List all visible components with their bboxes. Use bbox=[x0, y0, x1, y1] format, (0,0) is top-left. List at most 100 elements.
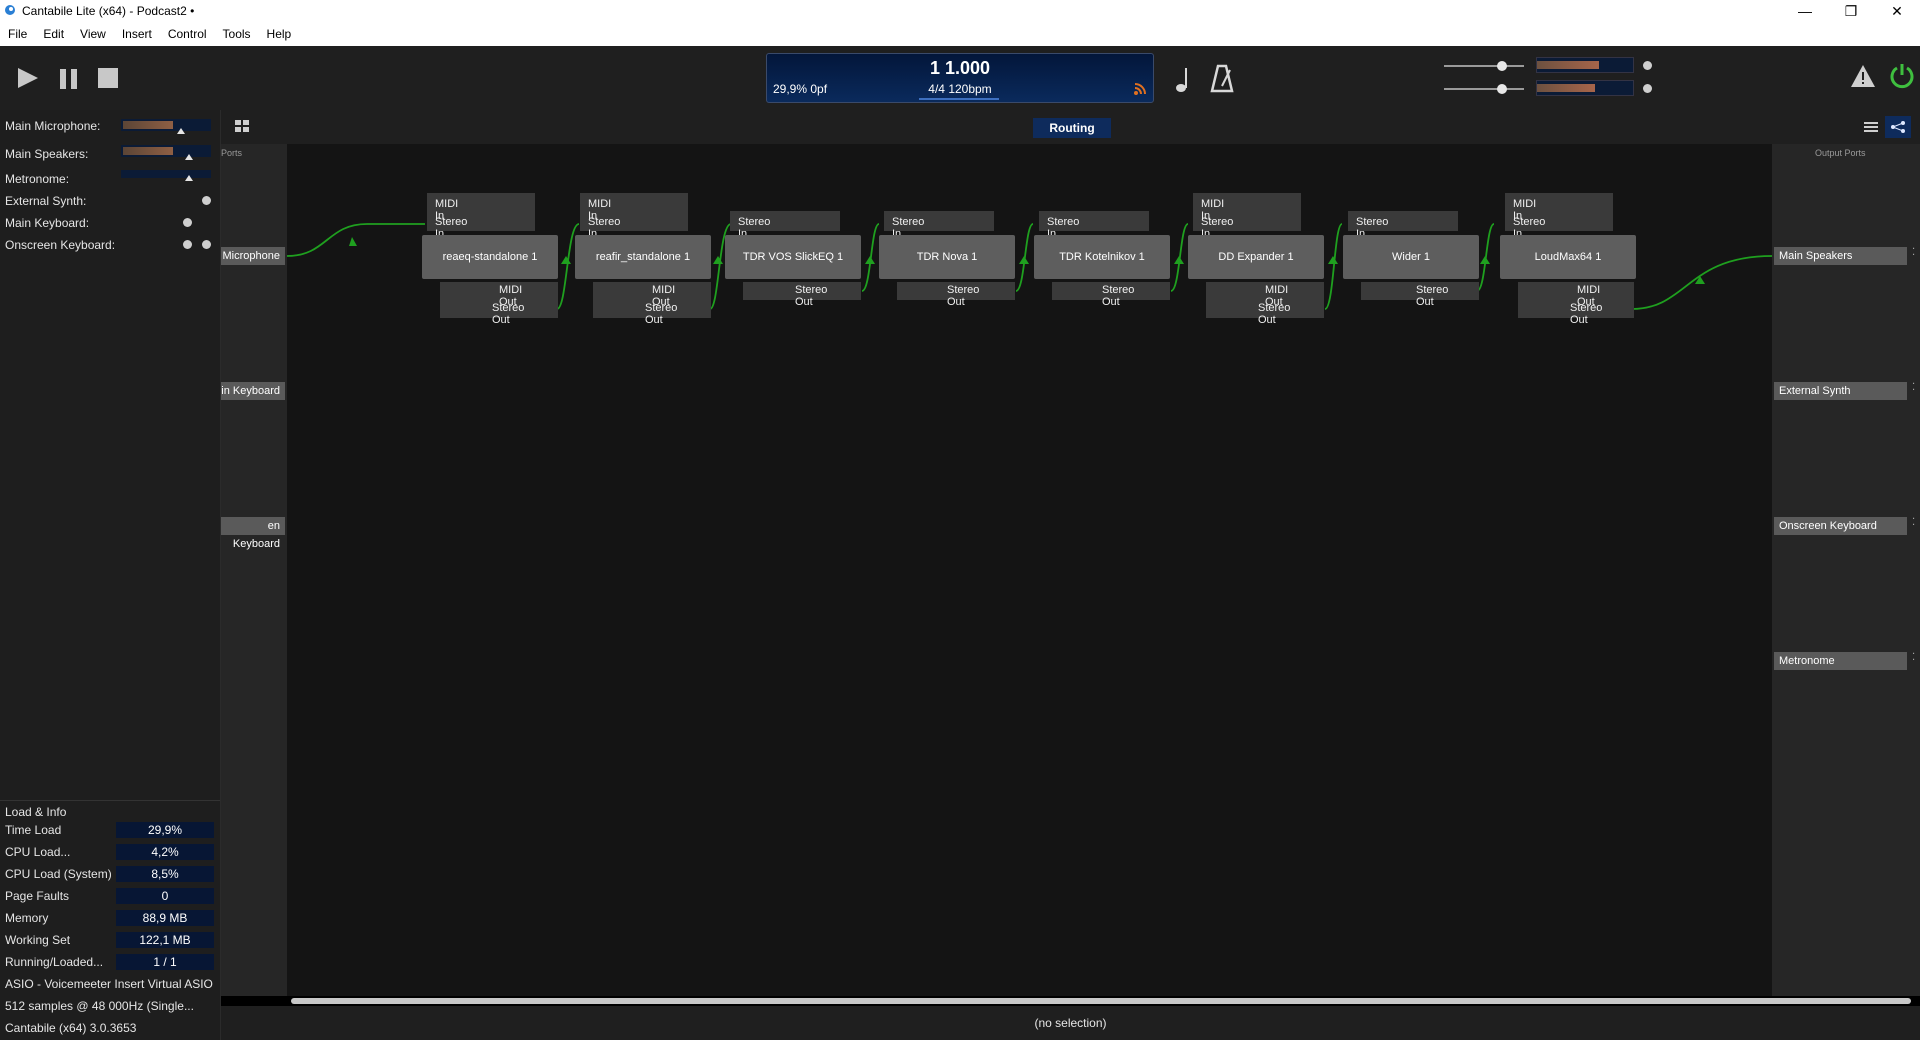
level-label-main-keyboard: Main Keyboard: bbox=[5, 216, 90, 230]
load-value-working-set: 122,1 MB bbox=[116, 932, 214, 948]
output-port-metronome[interactable]: Metronome bbox=[1774, 652, 1907, 670]
load-label-cpu-load-system: CPU Load (System) bbox=[5, 867, 112, 881]
level-slider-main-speakers[interactable] bbox=[121, 145, 211, 160]
pin-stereo-out[interactable]: Stereo Out bbox=[1570, 302, 1602, 326]
plugin-name[interactable]: reafir_standalone 1 bbox=[575, 235, 711, 279]
drag-handle[interactable]: ⁚ bbox=[1912, 248, 1917, 263]
master-meter-2 bbox=[1536, 80, 1634, 96]
plugin-name[interactable]: TDR VOS SlickEQ 1 bbox=[725, 235, 861, 279]
routing-header: Routing bbox=[221, 110, 1920, 144]
pin-stereo-out[interactable]: Stereo Out bbox=[645, 302, 677, 326]
led-external-synth bbox=[202, 196, 211, 205]
load-value-cpu-load: 4,2% bbox=[116, 844, 214, 860]
load-info-header: Load & Info bbox=[0, 800, 220, 821]
song-position: 1 1.000 bbox=[929, 58, 991, 78]
input-port-microphone[interactable]: Microphone bbox=[221, 247, 285, 265]
level-label-external-synth: External Synth: bbox=[5, 194, 87, 208]
minimize-icon[interactable]: — bbox=[1782, 0, 1828, 22]
master-slider-1-knob[interactable] bbox=[1497, 61, 1507, 71]
master-slider-2-knob[interactable] bbox=[1497, 84, 1507, 94]
level-label-main-microphone: Main Microphone: bbox=[5, 119, 101, 133]
menu-control[interactable]: Control bbox=[160, 27, 215, 41]
cantabile-icon bbox=[5, 5, 15, 15]
level-slider-main-microphone[interactable] bbox=[121, 119, 211, 134]
load-value-cpu-load-system: 8,5% bbox=[116, 866, 214, 882]
plugin-name[interactable]: LoudMax64 1 bbox=[1500, 235, 1636, 279]
buffer-info: 512 samples @ 48 000Hz (Single... bbox=[5, 999, 194, 1013]
output-port-main-speakers[interactable]: Main Speakers bbox=[1774, 247, 1907, 265]
load-info-heading: Load & Info bbox=[5, 805, 67, 819]
level-slider-metronome[interactable] bbox=[121, 170, 211, 181]
pin-stereo-out[interactable]: Stereo Out bbox=[1258, 302, 1290, 326]
scrollbar-thumb[interactable] bbox=[291, 998, 1911, 1004]
pause-icon[interactable] bbox=[58, 68, 80, 90]
pin-stereo-out[interactable]: Stereo Out bbox=[492, 302, 524, 326]
drag-handle[interactable]: ⁚ bbox=[1912, 383, 1917, 398]
routing-view-icon bbox=[1891, 121, 1905, 133]
level-label-main-speakers: Main Speakers: bbox=[5, 147, 89, 161]
stop-icon[interactable] bbox=[98, 68, 118, 88]
load-value-page-faults: 0 bbox=[116, 888, 214, 904]
tempo-underline bbox=[919, 98, 999, 100]
master-led-2 bbox=[1643, 84, 1652, 93]
load-label-cpu-load: CPU Load... bbox=[5, 845, 71, 859]
input-port-onscreen-keyboard[interactable]: en Keyboard bbox=[221, 517, 285, 550]
menu-file[interactable]: File bbox=[0, 27, 35, 41]
drag-handle[interactable]: ⁚ bbox=[1912, 518, 1917, 533]
tempo-readout: 4/4 120bpm bbox=[928, 82, 992, 96]
drag-handle[interactable]: ⁚ bbox=[1912, 653, 1917, 668]
menu-edit[interactable]: Edit bbox=[35, 27, 72, 41]
routing-canvas[interactable]: MIDI In Stereo In reaeq-standalone 1 MID… bbox=[287, 144, 1772, 996]
input-ports-label: Ports bbox=[221, 148, 243, 158]
version-info: Cantabile (x64) 3.0.3653 bbox=[5, 1021, 137, 1035]
close-icon[interactable]: ✕ bbox=[1874, 0, 1920, 22]
pin-stereo-out[interactable]: Stereo Out bbox=[1416, 284, 1448, 308]
load-label-time-load: Time Load bbox=[5, 823, 62, 837]
plugin-name[interactable]: reaeq-standalone 1 bbox=[422, 235, 558, 279]
list-view-icon[interactable] bbox=[1862, 119, 1880, 135]
master-slider-1[interactable] bbox=[1444, 65, 1524, 67]
routing-view-button[interactable] bbox=[1885, 116, 1911, 138]
menu-view[interactable]: View bbox=[72, 27, 114, 41]
load-label-working-set: Working Set bbox=[5, 933, 71, 947]
output-port-external-synth[interactable]: External Synth bbox=[1774, 382, 1907, 400]
horizontal-scrollbar[interactable] bbox=[221, 996, 1920, 1006]
power-icon[interactable] bbox=[1888, 62, 1916, 90]
left-panel: Main Microphone: Main Speakers: Metronom… bbox=[0, 110, 221, 1040]
transport-toolbar: 1 1.000 29,9% 0pf 4/4 120bpm bbox=[0, 46, 1920, 111]
tab-routing[interactable]: Routing bbox=[1033, 118, 1111, 138]
menu-bar: File Edit View Insert Control Tools Help bbox=[0, 22, 1920, 46]
grid-icon[interactable] bbox=[235, 120, 249, 133]
plugin-name[interactable]: TDR Kotelnikov 1 bbox=[1034, 235, 1170, 279]
metronome-icon[interactable] bbox=[1210, 64, 1234, 94]
master-led-1 bbox=[1643, 61, 1652, 70]
pin-stereo-out[interactable]: Stereo Out bbox=[947, 284, 979, 308]
menu-help[interactable]: Help bbox=[259, 27, 300, 41]
restore-icon[interactable]: ❐ bbox=[1828, 0, 1874, 22]
audio-driver-info: ASIO - Voicemeeter Insert Virtual ASIO bbox=[5, 977, 213, 991]
menu-insert[interactable]: Insert bbox=[114, 27, 160, 41]
selection-status: (no selection) bbox=[1034, 1016, 1107, 1030]
output-port-onscreen-keyboard[interactable]: Onscreen Keyboard bbox=[1774, 517, 1907, 535]
status-bar: (no selection) bbox=[221, 1006, 1920, 1040]
window-title: Cantabile Lite (x64) - Podcast2 • bbox=[22, 4, 195, 18]
menu-tools[interactable]: Tools bbox=[215, 27, 259, 41]
plugin-name[interactable]: DD Expander 1 bbox=[1188, 235, 1324, 279]
master-meter-1 bbox=[1536, 57, 1634, 73]
note-icon[interactable] bbox=[1174, 66, 1194, 94]
input-port-main-keyboard[interactable]: in Keyboard bbox=[221, 382, 285, 400]
load-value-running-loaded: 1 / 1 bbox=[116, 954, 214, 970]
load-label-page-faults: Page Faults bbox=[5, 889, 70, 903]
play-icon[interactable] bbox=[16, 66, 40, 90]
output-ports-label: Output Ports bbox=[1815, 148, 1866, 158]
plugin-name[interactable]: Wider 1 bbox=[1343, 235, 1479, 279]
master-slider-2[interactable] bbox=[1444, 88, 1524, 90]
transport-display[interactable]: 1 1.000 29,9% 0pf 4/4 120bpm bbox=[766, 53, 1154, 103]
load-value-time-load: 29,9% bbox=[116, 822, 214, 838]
load-label-running-loaded: Running/Loaded... bbox=[5, 955, 104, 969]
pin-stereo-out[interactable]: Stereo Out bbox=[795, 284, 827, 308]
plugin-name[interactable]: TDR Nova 1 bbox=[879, 235, 1015, 279]
warning-icon[interactable] bbox=[1850, 64, 1876, 88]
pin-stereo-out[interactable]: Stereo Out bbox=[1102, 284, 1134, 308]
level-label-onscreen-keyboard: Onscreen Keyboard: bbox=[5, 238, 116, 252]
